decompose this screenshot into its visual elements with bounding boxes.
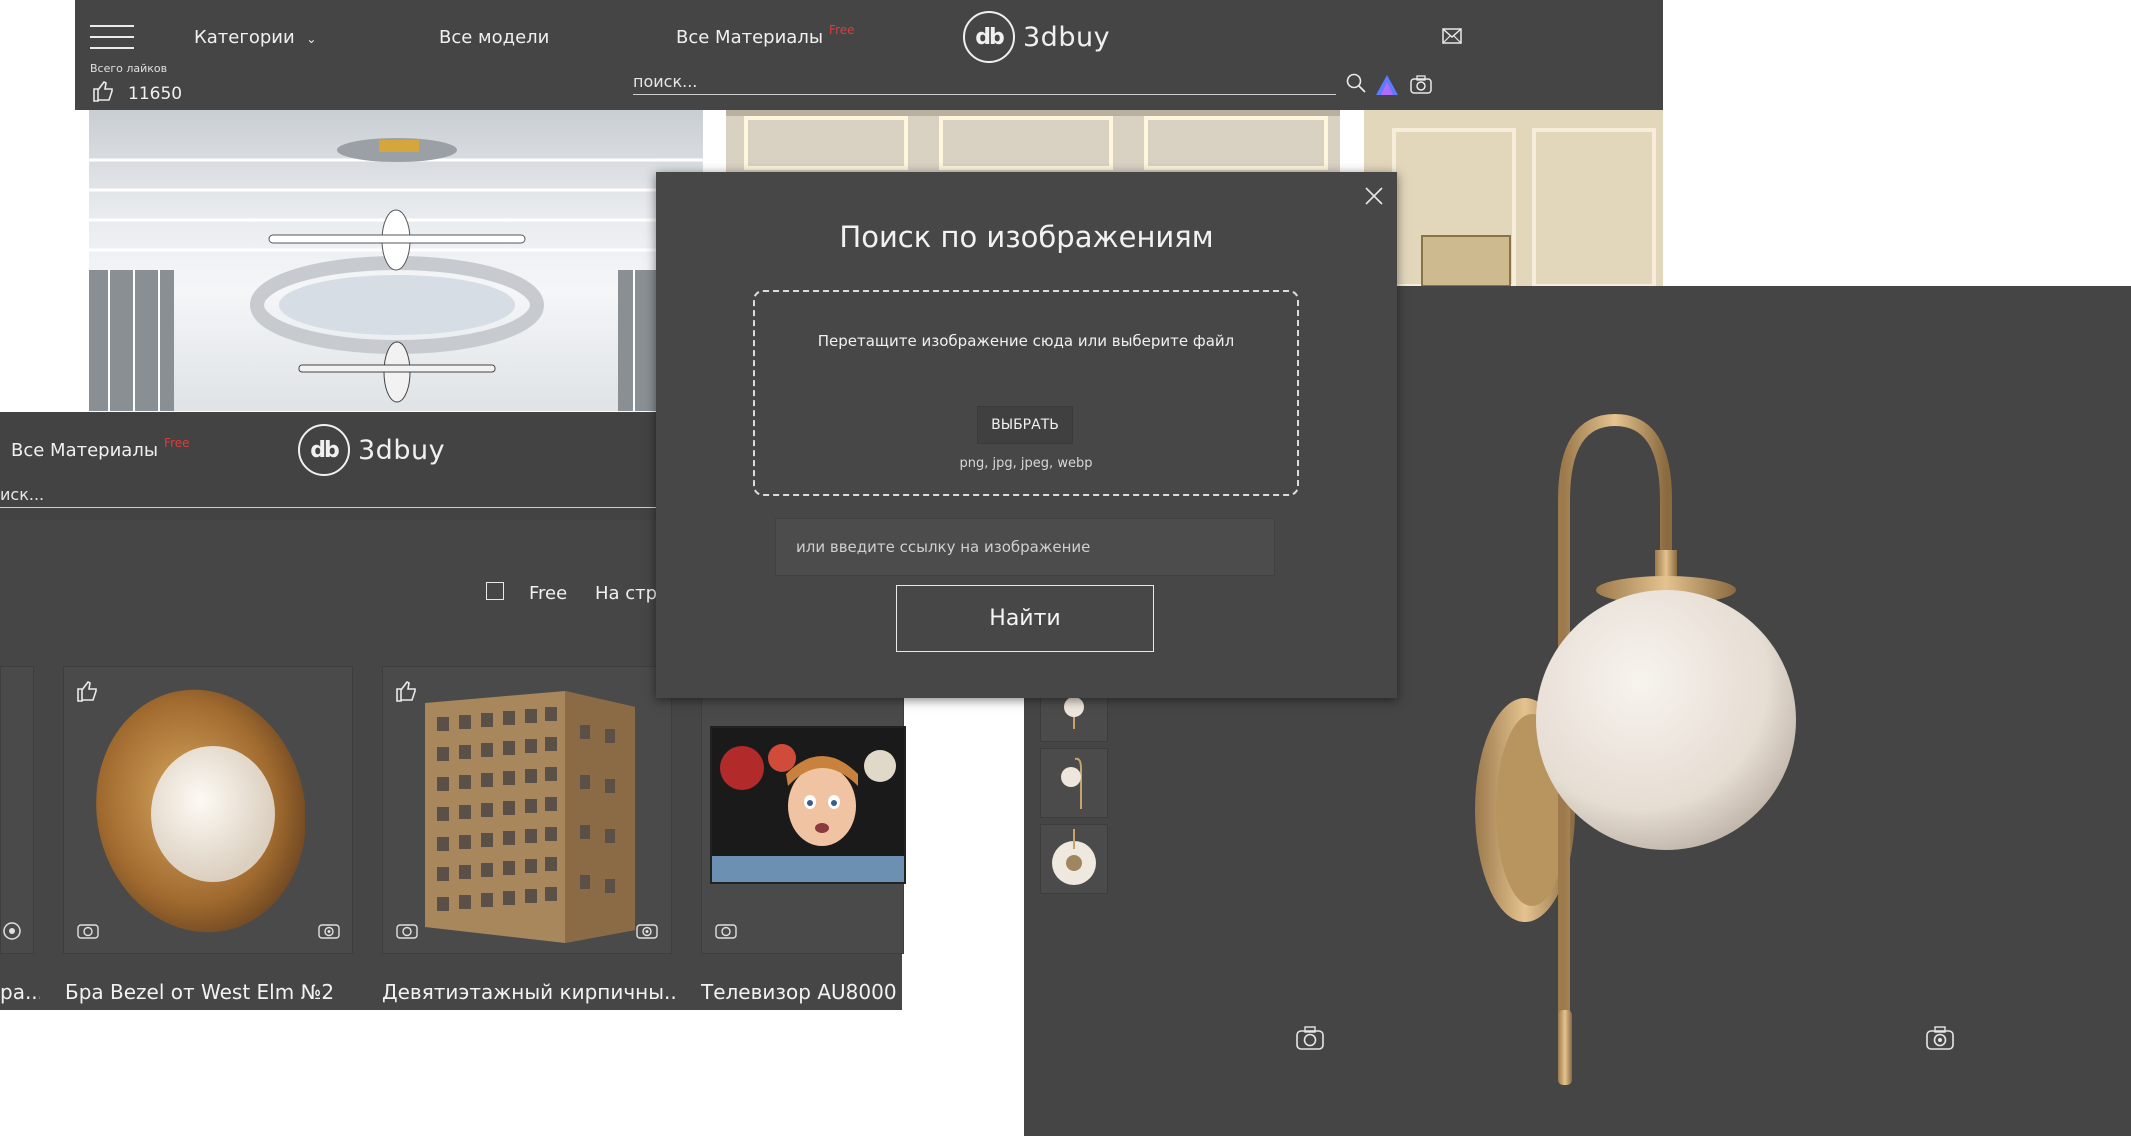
ai-search-icon[interactable] <box>1375 74 1399 96</box>
find-button[interactable]: Найти <box>896 585 1154 652</box>
hero-image-ceiling[interactable] <box>726 110 1340 172</box>
categories-menu[interactable]: Категории ⌄ <box>194 27 316 48</box>
free-checkbox[interactable] <box>486 582 504 600</box>
choose-file-button[interactable]: ВЫБРАТЬ <box>977 406 1073 444</box>
hero-image-hangar[interactable] <box>89 110 703 411</box>
all-materials-label-2: Все Материалы <box>11 440 159 461</box>
ai-camera-icon-card-1[interactable] <box>317 920 341 940</box>
thumbs-up-icon[interactable] <box>92 79 116 103</box>
camera-search-icon-left[interactable] <box>1295 1025 1325 1051</box>
site-logo[interactable]: db 3dbuy <box>963 11 1110 63</box>
product-image-building <box>415 685 640 945</box>
hero-image-interior[interactable] <box>1364 110 1663 286</box>
camera-icon-card-2[interactable] <box>395 920 419 940</box>
site-logo-2[interactable]: db 3dbuy <box>298 424 445 476</box>
product-card-0[interactable] <box>0 666 34 954</box>
product-title-3[interactable]: Телевизор AU8000 <box>701 980 902 1004</box>
ai-camera-icon-right[interactable] <box>1925 1025 1955 1051</box>
free-filter-label: Free <box>529 583 568 604</box>
logo-mark-2: db <box>298 424 350 476</box>
image-url-input[interactable]: или введите ссылку на изображение <box>775 518 1275 576</box>
categories-label: Категории <box>194 27 295 48</box>
product-title-1[interactable]: Бра Bezel от West Elm №2 <box>65 980 355 1004</box>
thumbnail-3[interactable] <box>1040 824 1108 894</box>
search-input[interactable]: поиск... <box>633 72 1336 95</box>
nav-all-models[interactable]: Все модели <box>439 27 549 48</box>
chevron-down-icon: ⌄ <box>306 32 317 46</box>
likes-count: 11650 <box>128 84 183 104</box>
free-tag: Free <box>829 23 855 37</box>
camera-icon-card-1[interactable] <box>76 920 100 940</box>
product-image-sconce <box>1440 410 1810 1090</box>
product-image-bezel <box>85 676 306 946</box>
camera-icon-card-3[interactable] <box>714 920 738 940</box>
product-title-2[interactable]: Девятиэтажный кирпичны... <box>382 980 677 1004</box>
modal-title: Поиск по изображениям <box>839 220 1214 254</box>
nav-all-materials-2[interactable]: Все Материалы Free <box>11 436 190 461</box>
all-materials-label: Все Материалы <box>676 27 824 48</box>
search-icon[interactable] <box>1346 73 1366 93</box>
camera-icon-card-0[interactable] <box>0 920 24 940</box>
search-input-2[interactable]: иск... <box>0 485 656 508</box>
camera-icon[interactable] <box>1410 74 1432 94</box>
product-image-tv <box>710 726 906 884</box>
supported-formats: png, jpg, jpeg, webp <box>959 456 1093 471</box>
per-page-label[interactable]: На стр <box>595 583 657 604</box>
nav-all-materials[interactable]: Все Материалы Free <box>676 23 855 48</box>
drop-zone-text: Перетащите изображение сюда или выберите… <box>817 332 1235 350</box>
product-title-0[interactable]: ра... <box>0 980 40 1004</box>
ai-camera-icon-card-2[interactable] <box>635 920 659 940</box>
hamburger-menu-icon[interactable] <box>90 24 134 50</box>
free-tag-2: Free <box>164 436 190 450</box>
logo-text: 3dbuy <box>1023 21 1111 53</box>
likes-caption: Всего лайков <box>90 62 168 75</box>
logo-text-2: 3dbuy <box>358 434 446 466</box>
logo-mark: db <box>963 11 1015 63</box>
close-icon[interactable] <box>1364 186 1384 206</box>
thumbnail-2[interactable] <box>1040 748 1108 818</box>
mail-icon[interactable] <box>1442 28 1462 44</box>
